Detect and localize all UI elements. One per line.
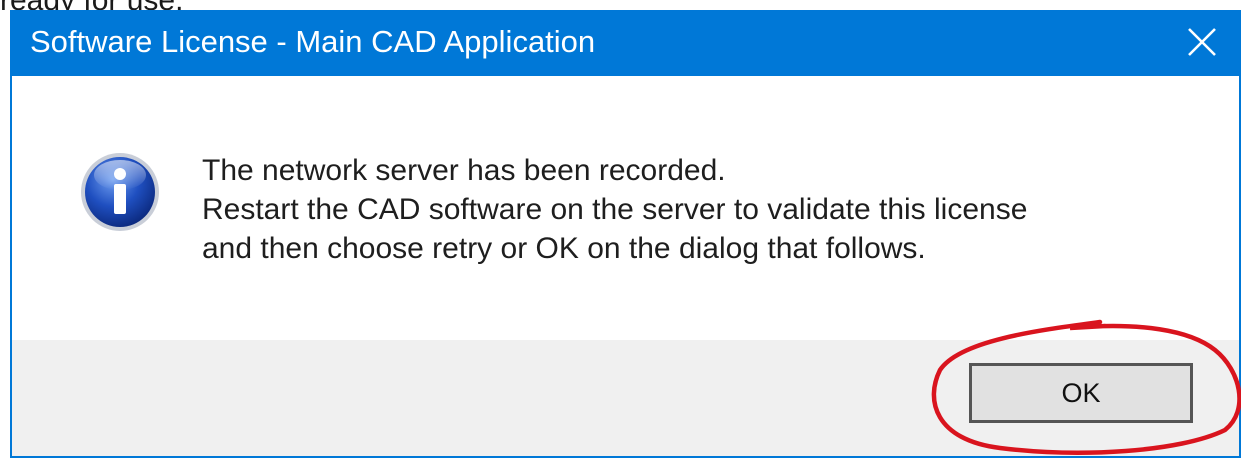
license-dialog: Software License - Main CAD Application [10,10,1241,458]
screenshot-page: ready for use. Software License - Main C… [0,0,1241,464]
dialog-message: The network server has been recorded. Re… [202,151,1212,268]
message-line: and then choose retry or OK on the dialo… [202,232,926,265]
close-icon [1188,28,1216,56]
close-button[interactable] [1175,15,1229,69]
dialog-button-bar: OK [12,340,1239,456]
dialog-titlebar[interactable]: Software License - Main CAD Application [10,10,1241,76]
dialog-title: Software License - Main CAD Application [30,24,596,59]
ok-button[interactable]: OK [969,363,1193,423]
message-line: The network server has been recorded. [202,154,726,187]
message-line: Restart the CAD software on the server t… [202,193,1028,226]
information-icon [79,151,161,233]
dialog-content: The network server has been recorded. Re… [12,76,1239,340]
